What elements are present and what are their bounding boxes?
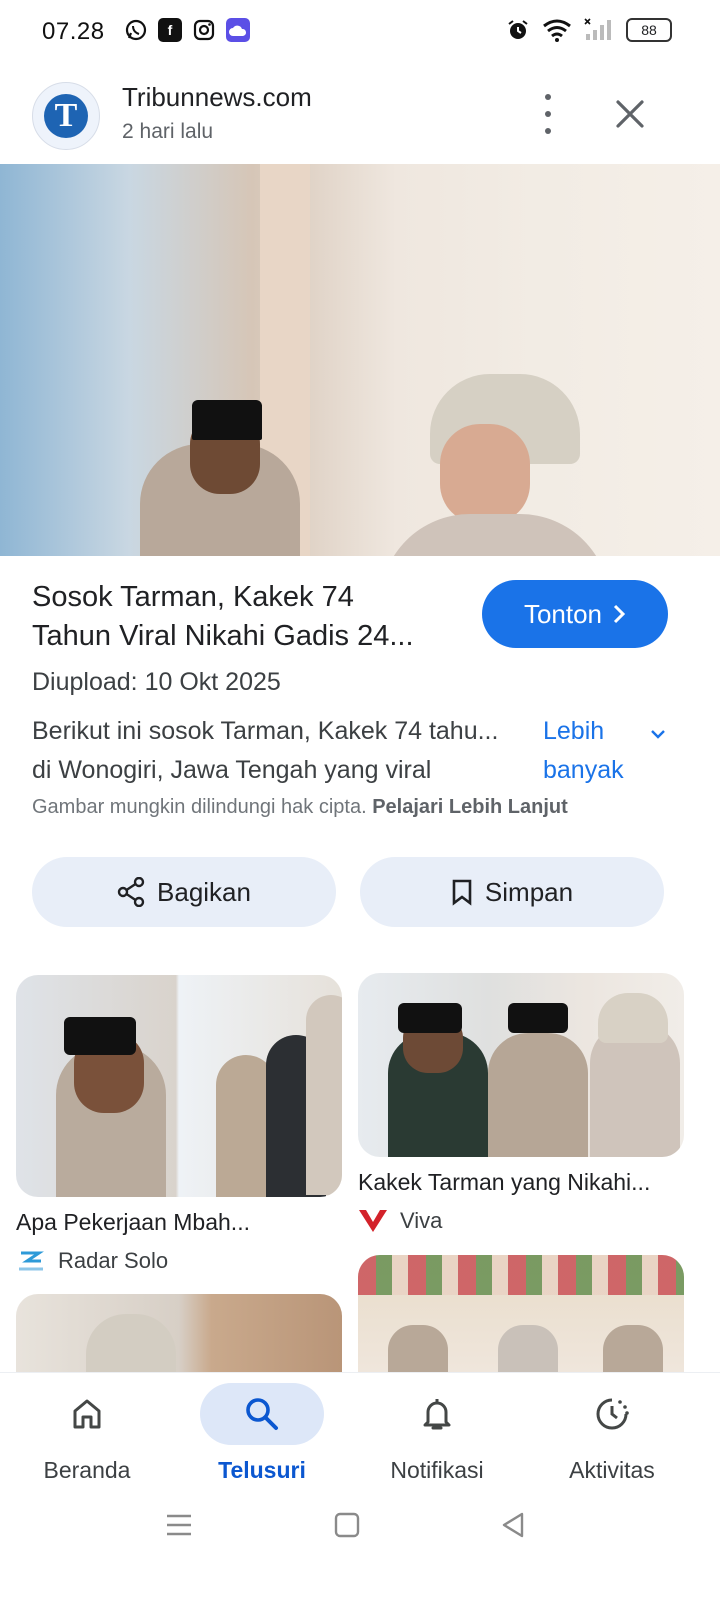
nav-search[interactable]: Telusuri — [182, 1383, 342, 1484]
save-label: Simpan — [484, 876, 574, 907]
nav-notifications-label: Notifikasi — [390, 1457, 484, 1483]
bottom-navigation: Beranda Telusuri Notifikasi Aktivitas — [0, 1372, 720, 1503]
chevron-right-icon — [613, 604, 626, 624]
related-card[interactable]: Kakek Tarman yang Nikahi... Viva — [358, 973, 684, 1236]
viva-logo-icon — [358, 1206, 388, 1236]
back-button[interactable] — [500, 1512, 526, 1538]
share-label: Bagikan — [157, 876, 251, 907]
system-status-icons: 88 — [506, 18, 672, 42]
source-header: T Tribunnews.com 2 hari lalu — [0, 80, 720, 164]
show-more-link[interactable]: Lebih banyak — [543, 712, 653, 790]
related-card[interactable]: Apa Pekerjaan Mbah... Radar Solo — [16, 975, 342, 1276]
battery-indicator: 88 — [626, 18, 672, 42]
site-logo-letter: T — [44, 94, 88, 138]
site-logo: T — [32, 82, 100, 150]
bookmark-icon — [452, 879, 472, 906]
facebook-icon: f — [158, 18, 182, 42]
related-source: Radar Solo — [16, 1246, 342, 1276]
related-thumbnail[interactable] — [16, 975, 342, 1197]
recent-apps-button[interactable] — [166, 1512, 192, 1538]
published-time: 2 hari lalu — [122, 120, 214, 143]
notification-icons: f — [124, 18, 250, 42]
learn-more-link[interactable]: Pelajari Lebih Lanjut — [372, 796, 568, 818]
status-time: 07.28 — [42, 18, 105, 45]
related-thumbnail[interactable] — [358, 1255, 684, 1385]
bell-icon — [423, 1399, 451, 1430]
home-button[interactable] — [334, 1512, 360, 1538]
instagram-icon — [192, 18, 216, 42]
related-title[interactable]: Kakek Tarman yang Nikahi... — [358, 1169, 684, 1196]
result-title[interactable]: Sosok Tarman, Kakek 74 Tahun Viral Nikah… — [32, 578, 462, 656]
wifi-icon — [543, 19, 571, 42]
activity-icon — [596, 1398, 629, 1430]
whatsapp-icon — [124, 18, 148, 42]
related-thumbnail[interactable] — [358, 973, 684, 1157]
home-icon — [73, 1399, 101, 1429]
system-navigation-bar — [0, 1502, 720, 1612]
nav-activity[interactable]: Aktivitas — [532, 1383, 692, 1484]
share-button[interactable]: Bagikan — [32, 857, 336, 927]
close-button[interactable] — [610, 94, 650, 134]
copyright-notice: Gambar mungkin dilindungi hak cipta. Pel… — [32, 796, 568, 818]
share-icon — [117, 877, 145, 907]
related-title[interactable]: Apa Pekerjaan Mbah... — [16, 1209, 342, 1236]
save-button[interactable]: Simpan — [360, 857, 664, 927]
status-bar: 07.28 f 88 — [0, 0, 720, 64]
search-icon — [246, 1398, 278, 1430]
alarm-icon — [508, 20, 528, 39]
nav-home-label: Beranda — [43, 1457, 131, 1483]
result-description: Berikut ini sosok Tarman, Kakek 74 tahu.… — [32, 717, 499, 784]
nav-notifications[interactable]: Notifikasi — [357, 1383, 517, 1484]
nav-activity-label: Aktivitas — [569, 1457, 655, 1483]
related-thumbnail[interactable] — [16, 1294, 342, 1384]
radar-solo-logo-icon — [16, 1246, 46, 1276]
upload-date: Diupload: 10 Okt 2025 — [32, 668, 281, 696]
weather-app-icon — [226, 18, 250, 42]
related-source: Viva — [358, 1206, 684, 1236]
site-name[interactable]: Tribunnews.com — [122, 82, 312, 113]
close-icon — [616, 100, 644, 128]
chevron-down-icon[interactable] — [650, 726, 666, 742]
watch-button[interactable]: Tonton — [482, 580, 668, 648]
nav-search-label: Telusuri — [218, 1457, 306, 1483]
signal-icon — [584, 18, 611, 40]
preview-image[interactable] — [0, 164, 720, 556]
watch-label: Tonton — [523, 598, 603, 629]
more-options-button[interactable] — [536, 94, 560, 134]
nav-home[interactable]: Beranda — [7, 1383, 167, 1484]
